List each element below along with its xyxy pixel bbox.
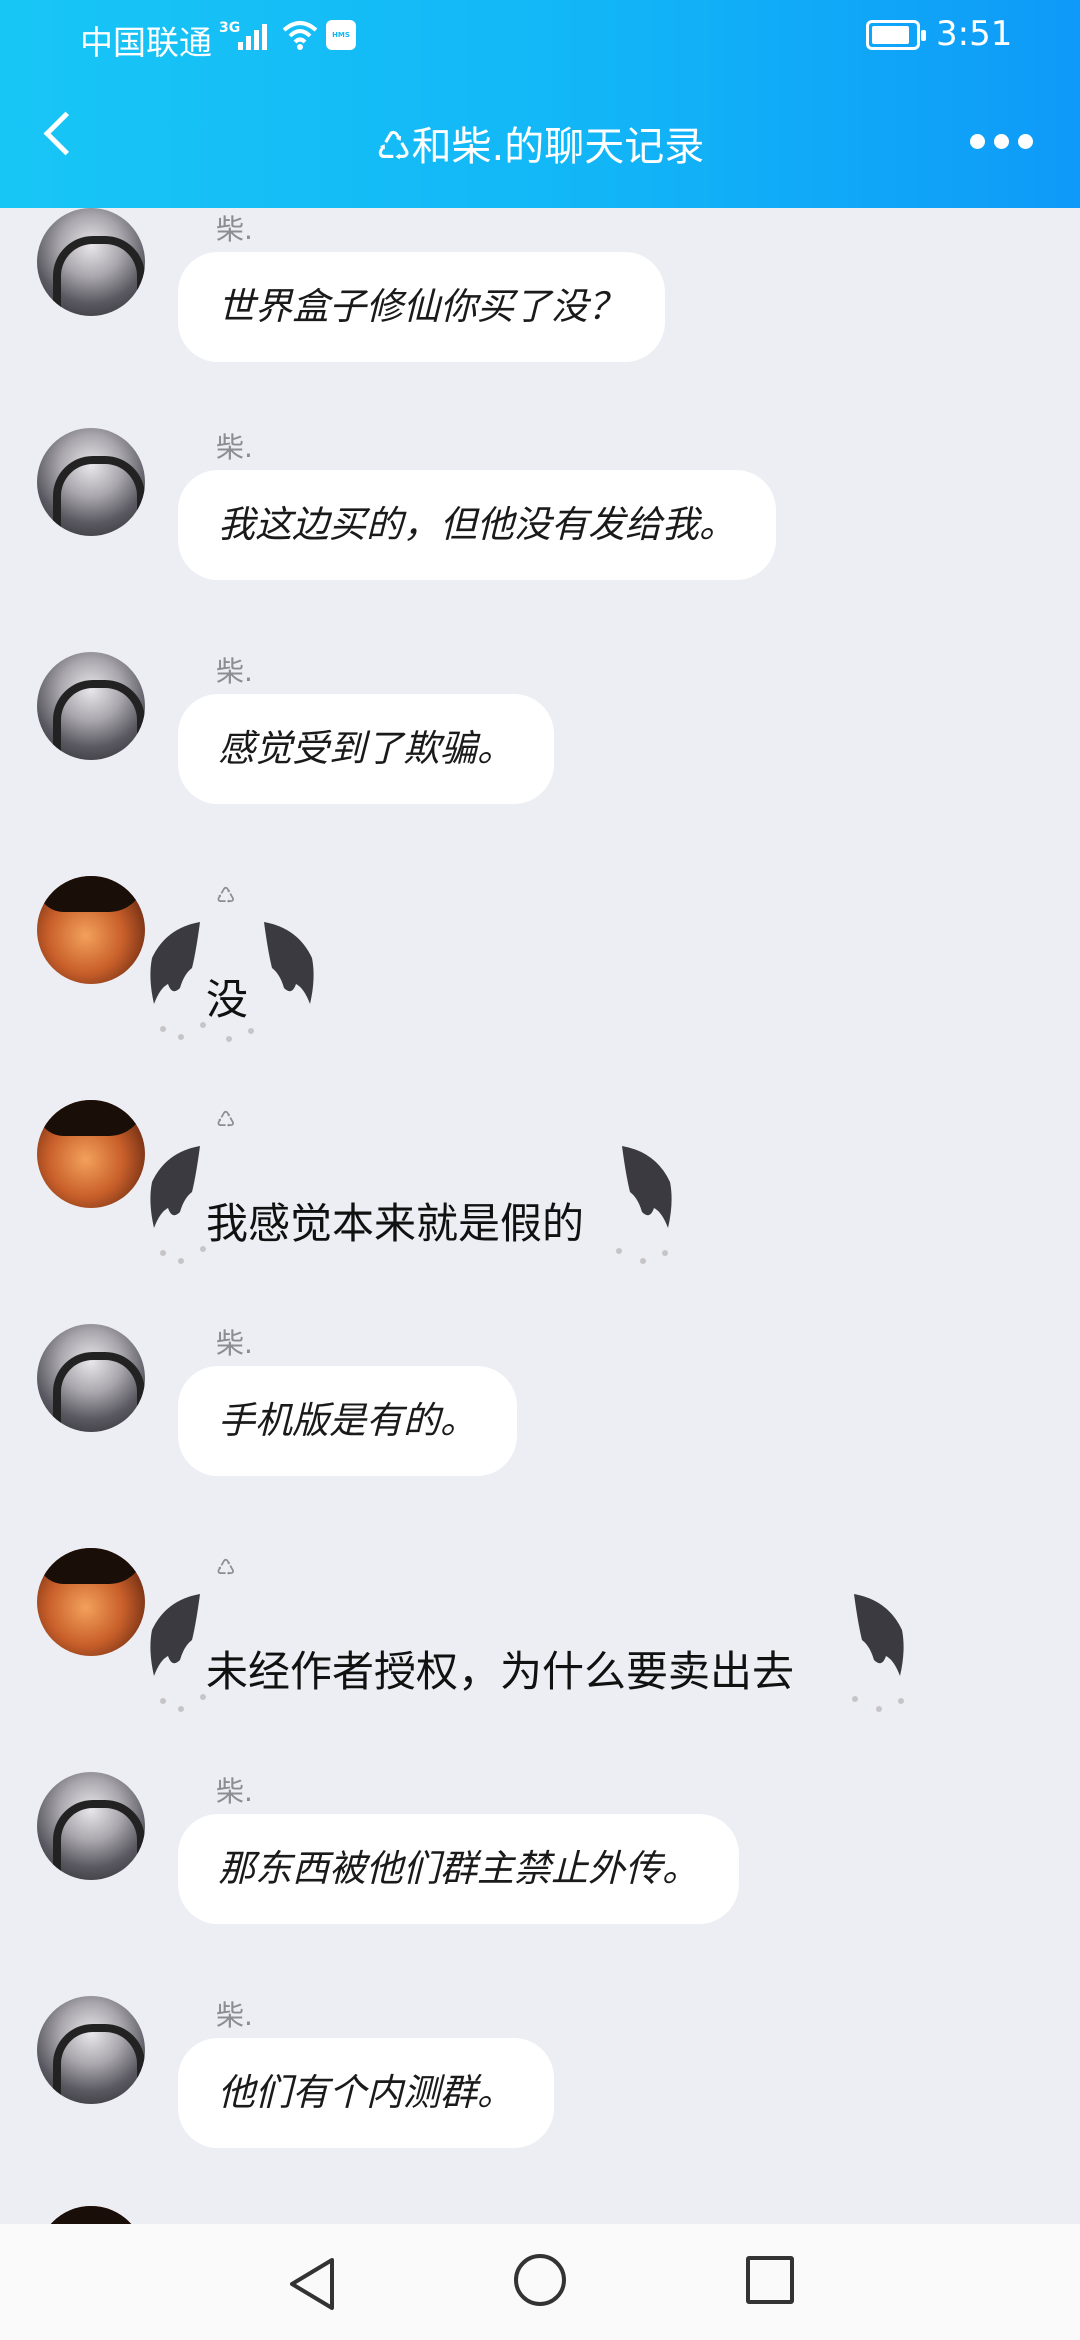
avatar[interactable]	[37, 208, 145, 316]
sender-name: 柴.	[216, 1327, 253, 1360]
avatar[interactable]	[37, 652, 145, 760]
bat-wing-left-icon	[150, 922, 200, 1004]
bat-wing-right-icon	[622, 1146, 672, 1228]
avatar[interactable]	[37, 1772, 145, 1880]
message-bubble[interactable]: 他们有个内测群。	[178, 2038, 554, 2148]
sparkle-dots	[600, 1242, 710, 1272]
sparkle-dots	[156, 1242, 266, 1272]
list-item: 柴. 那东西被他们群主禁止外传。	[0, 1760, 1080, 1984]
message-bubble[interactable]: 我这边买的，但他没有发给我。	[178, 470, 776, 580]
message-bubble[interactable]: 手机版是有的。	[178, 1366, 517, 1476]
sender-name: 柴.	[216, 213, 253, 246]
sender-name: ♺	[216, 1108, 236, 1133]
square-recent-icon[interactable]	[746, 2256, 794, 2304]
sender-name: 柴.	[216, 1775, 253, 1808]
sparkle-dots	[836, 1690, 946, 1720]
triangle-back-icon[interactable]	[286, 2256, 338, 2312]
battery-icon	[866, 20, 926, 50]
message-text[interactable]: 未经作者授权，为什么要卖出去	[206, 1638, 794, 1699]
bat-wing-left-icon	[150, 1594, 200, 1676]
chat-history[interactable]: 柴. 世界盒子修仙你买了没？ 柴. 我这边买的，但他没有发给我。 柴. 感觉受到…	[0, 208, 1080, 2224]
bat-wing-left-icon	[150, 1146, 200, 1228]
sparkle-dots	[156, 1690, 266, 1720]
signal-icon	[238, 24, 267, 50]
avatar[interactable]	[37, 428, 145, 536]
list-item: ♺ 没	[0, 864, 1080, 1088]
wifi-icon	[282, 21, 318, 50]
avatar[interactable]	[37, 1548, 145, 1656]
list-item: 柴. 我这边买的，但他没有发给我。	[0, 416, 1080, 640]
more-dots-icon	[970, 134, 985, 149]
avatar[interactable]	[37, 2206, 145, 2224]
more-button[interactable]	[970, 132, 1034, 150]
message-bubble[interactable]: 感觉受到了欺骗。	[178, 694, 554, 804]
circle-home-icon[interactable]	[514, 2254, 566, 2306]
avatar[interactable]	[37, 876, 145, 984]
bat-wing-right-icon	[264, 922, 314, 1004]
avatar[interactable]	[37, 1996, 145, 2104]
list-item: ♺ 未经作者授权，为什么要卖出去	[0, 1536, 1080, 1760]
carrier-label: 中国联通	[80, 23, 212, 62]
list-item: ♺ 我感觉本来就是假的	[0, 1088, 1080, 1312]
hms-icon: HMS	[326, 20, 356, 50]
sender-name: 柴.	[216, 1999, 253, 2032]
app-header: 中国联通 3G HMS 3:51 ♺和柴.的聊天记录	[0, 0, 1080, 208]
sender-name: ♺	[216, 1556, 236, 1581]
list-item: 柴. 他们有个内测群。	[0, 1984, 1080, 2208]
message-bubble[interactable]: 世界盒子修仙你买了没？	[178, 252, 665, 362]
page-title: ♺和柴.的聊天记录	[375, 124, 705, 170]
sender-name: 柴.	[216, 655, 253, 688]
message-bubble[interactable]: 那东西被他们群主禁止外传。	[178, 1814, 739, 1924]
status-bar: 中国联通 3G HMS 3:51	[0, 0, 1080, 76]
system-navigation-bar	[0, 2224, 1080, 2340]
list-item: 柴. 感觉受到了欺骗。	[0, 640, 1080, 864]
status-time: 3:51	[936, 14, 1013, 54]
title-bar: ♺和柴.的聊天记录	[0, 76, 1080, 208]
sparkle-dots	[156, 1018, 266, 1048]
avatar[interactable]	[37, 1324, 145, 1432]
avatar[interactable]	[37, 1100, 145, 1208]
sender-name: ♺	[216, 884, 236, 909]
sender-name: 柴.	[216, 431, 253, 464]
bat-wing-right-icon	[854, 1594, 904, 1676]
list-item: 柴. 手机版是有的。	[0, 1312, 1080, 1536]
list-item: 柴. 世界盒子修仙你买了没？	[0, 208, 1080, 366]
